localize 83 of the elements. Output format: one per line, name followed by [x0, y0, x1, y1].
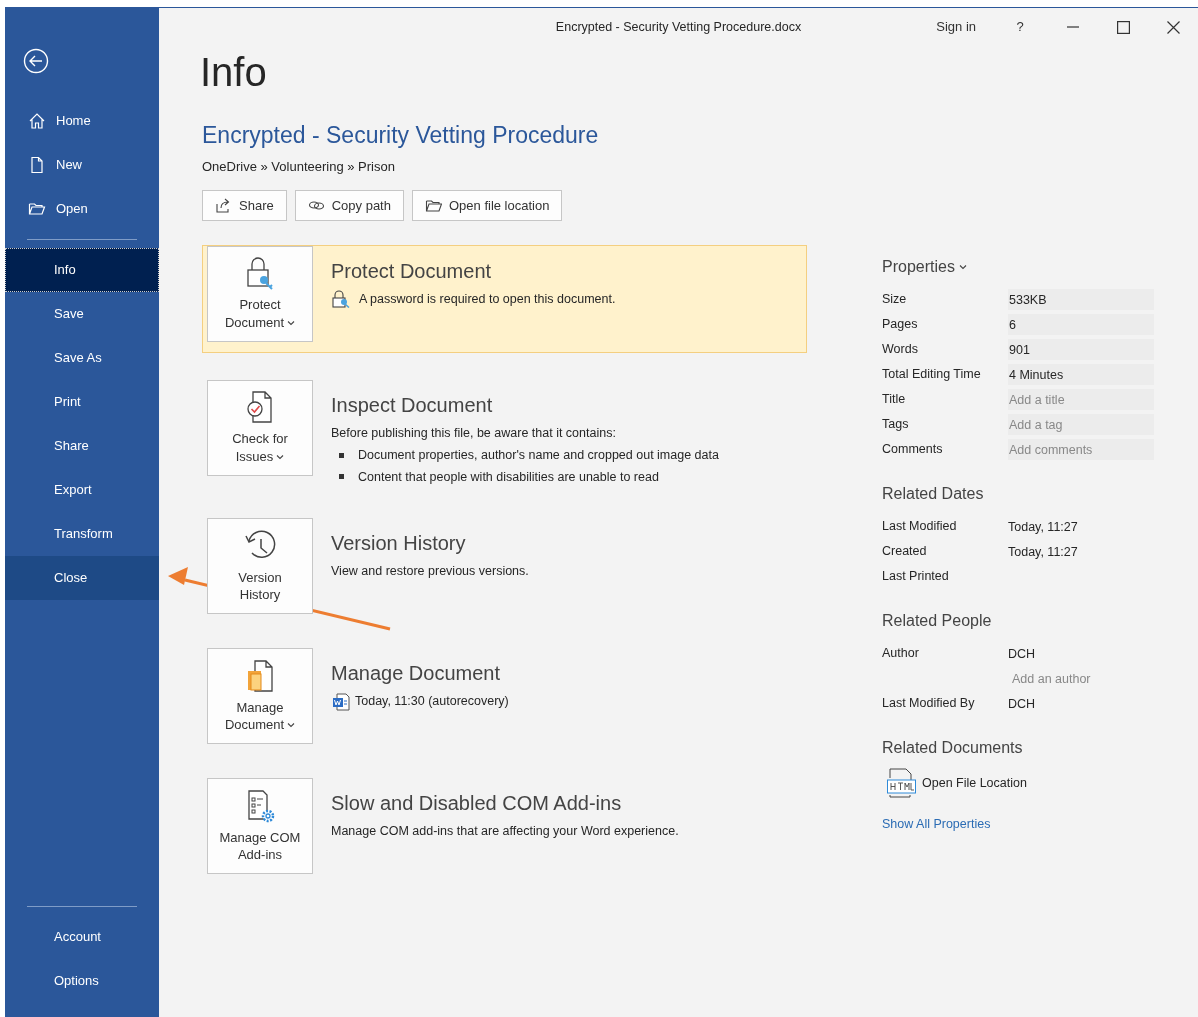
- section-description: Before publishing this file, be aware that it contains:: [331, 425, 616, 442]
- sidebar-item[interactable]: Save As: [5, 336, 159, 380]
- section-title: Protect Document: [331, 259, 493, 284]
- folder-icon: [424, 197, 442, 214]
- property-value: DCH: [1008, 647, 1036, 661]
- document-icon: [28, 156, 46, 174]
- page-heading: Info: [200, 50, 268, 94]
- caret-icon[interactable]: [958, 263, 967, 271]
- sign-in-link[interactable]: Sign in: [930, 10, 982, 44]
- section-description: Manage COM add-ins that are affecting your Word experience.: [331, 823, 679, 841]
- sidebar-item[interactable]: Open: [5, 187, 159, 231]
- window-title: Encrypted - Security Vetting Procedure.docx: [555, 19, 802, 36]
- sidebar-item[interactable]: Home: [5, 99, 159, 143]
- property-label: Pages: [882, 316, 919, 334]
- section-description: View and restore previous versions.: [331, 563, 529, 581]
- input-field[interactable]: Add a tag: [1009, 416, 1154, 435]
- property-label: Last Modified By: [882, 695, 976, 713]
- property-label: Words: [882, 341, 919, 359]
- bullet-icon: [339, 474, 344, 480]
- tile-button[interactable]: Manage Document: [207, 648, 313, 745]
- breadcrumb: OneDrive » Volunteering » Prison: [202, 157, 396, 176]
- bullet-text: Document properties, author's name and cropped out image data: [358, 446, 719, 464]
- property-label: Last Printed: [882, 568, 950, 586]
- section-heading: Properties: [882, 257, 955, 277]
- section-title: Version History: [331, 531, 467, 557]
- tile-button[interactable]: Manage COM Add-ins: [207, 778, 313, 875]
- input-field[interactable]: Add a title: [1009, 391, 1154, 410]
- sidebar-item[interactable]: New: [5, 143, 159, 187]
- bullet-text: Content that people with disabilities are unable to read: [358, 468, 659, 486]
- html-file-icon: [886, 768, 918, 798]
- property-label: Total Editing Time: [882, 366, 982, 384]
- show-all-properties-link[interactable]: Show All Properties: [882, 817, 991, 831]
- input-field[interactable]: Add comments: [1009, 441, 1154, 460]
- tile-button[interactable]: Protect Document: [207, 246, 313, 342]
- section-title: Manage Document: [331, 661, 501, 687]
- property-value: Today, 11:27: [1008, 545, 1078, 559]
- section-heading: Related People: [882, 611, 993, 631]
- property-value: 901: [1008, 339, 1154, 360]
- property-label: Created: [882, 543, 928, 561]
- close-icon: [1166, 20, 1180, 34]
- sidebar-item[interactable]: Close: [5, 556, 159, 600]
- sidebar-item[interactable]: Account: [5, 915, 159, 959]
- folder-icon: [28, 200, 46, 218]
- sidebar-item[interactable]: Share: [5, 424, 159, 468]
- section-title: Inspect Document: [331, 393, 494, 418]
- sidebar-item[interactable]: Export: [5, 468, 159, 512]
- related-document-link[interactable]: Open File Location: [922, 773, 1027, 793]
- sidebar-item[interactable]: Info: [5, 248, 159, 292]
- tile-button[interactable]: Version History: [207, 518, 313, 615]
- property-value: 533KB: [1008, 289, 1154, 310]
- bullet-icon: [339, 452, 344, 458]
- section-title: Slow and Disabled COM Add-ins: [331, 791, 623, 817]
- section-heading: Related Dates: [882, 484, 985, 504]
- action-button[interactable]: Share: [202, 190, 287, 221]
- property-label: Size: [882, 291, 908, 309]
- action-button[interactable]: Open file location: [411, 190, 563, 221]
- home-icon: [28, 112, 46, 130]
- sidebar-item[interactable]: Transform: [5, 512, 159, 556]
- property-value: Today, 11:27: [1008, 520, 1078, 534]
- help-button[interactable]: ?: [1000, 10, 1040, 44]
- lock-key-icon: [331, 290, 351, 309]
- word-file-icon: [331, 692, 351, 711]
- document-title: Encrypted - Security Vetting Procedure: [202, 121, 600, 150]
- section-heading: Related Documents: [882, 738, 1024, 758]
- property-value: 6: [1008, 314, 1154, 335]
- property-label: Tags: [882, 416, 910, 434]
- section-description: A password is required to open this document.: [359, 291, 616, 308]
- action-button[interactable]: Copy path: [294, 190, 404, 221]
- property-label: Comments: [882, 441, 944, 459]
- property-value: 4 Minutes: [1008, 364, 1154, 385]
- property-label: Title: [882, 391, 907, 409]
- input-field[interactable]: Add an author: [1012, 670, 1154, 689]
- property-label: Last Modified: [882, 518, 958, 536]
- maximize-icon: [1116, 20, 1130, 34]
- property-value: DCH: [1008, 697, 1036, 711]
- sidebar-item[interactable]: Save: [5, 292, 159, 336]
- minimize-icon: [1067, 26, 1079, 28]
- sidebar-item[interactable]: Print: [5, 380, 159, 424]
- sidebar-item[interactable]: Options: [5, 959, 159, 1003]
- share-icon: [215, 197, 232, 214]
- section-description: Today, 11:30 (autorecovery): [355, 693, 509, 711]
- property-label: Author: [882, 645, 920, 663]
- tile-button[interactable]: Check for Issues: [207, 380, 313, 476]
